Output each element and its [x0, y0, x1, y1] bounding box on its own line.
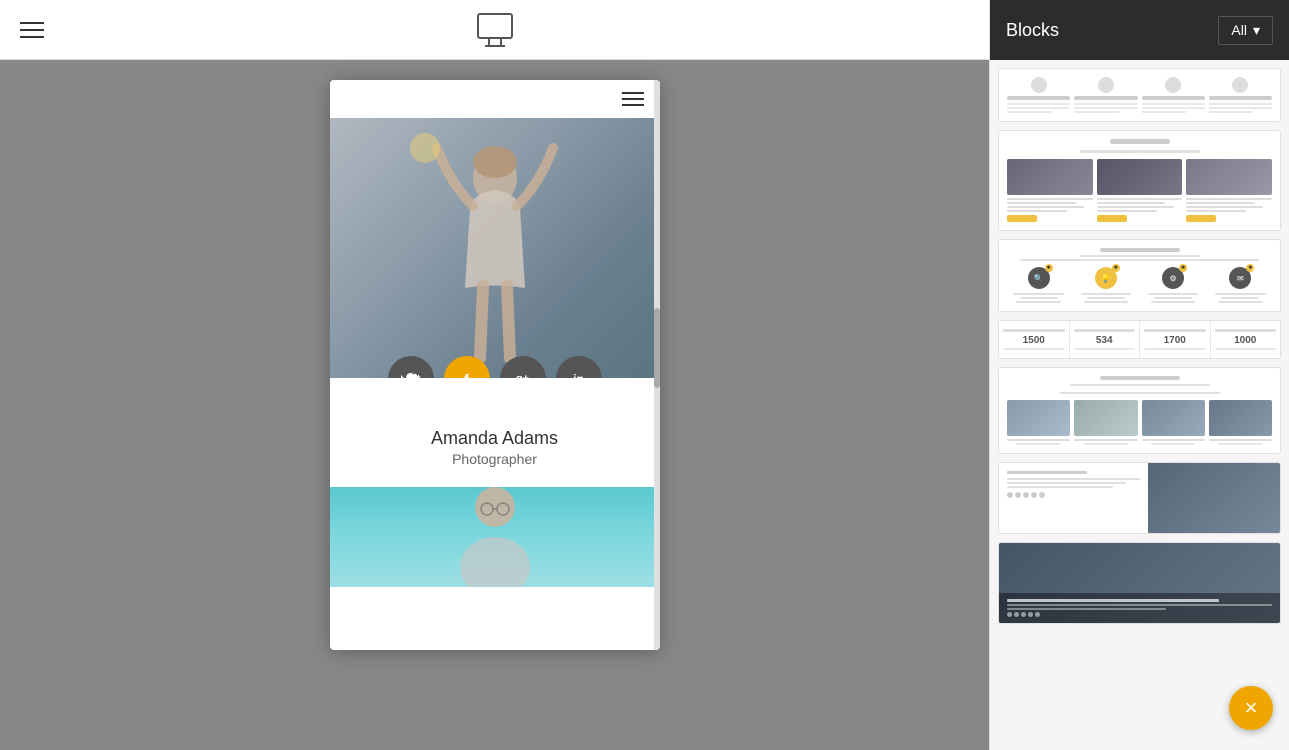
mobile-nav	[330, 80, 660, 118]
fab-button[interactable]: ×	[1229, 686, 1273, 730]
monitor-icon	[477, 13, 513, 47]
close-icon: ×	[1245, 697, 1258, 719]
block-step-4	[1209, 77, 1272, 113]
mobile-scrollbar[interactable]	[654, 80, 660, 650]
filter-label: All	[1231, 22, 1247, 38]
facebook-button[interactable]: f	[444, 356, 490, 378]
stat-projects: 1000	[1211, 321, 1281, 358]
google-plus-button[interactable]: g+	[500, 356, 546, 378]
block-item-blog[interactable]	[998, 130, 1281, 231]
mobile-hamburger-icon	[622, 92, 644, 106]
process-item-2: 💡 ✱	[1074, 267, 1137, 303]
preview-area: t f g+ in	[0, 60, 989, 750]
team-member-4	[1209, 400, 1272, 445]
chevron-down-icon: ▾	[1253, 22, 1260, 39]
profile-info: Amanda Adams Photographer	[330, 414, 660, 487]
block-step-3	[1142, 77, 1205, 113]
block-item-team[interactable]	[998, 367, 1281, 454]
profile-role: Photographer	[346, 451, 644, 467]
panel-header: Blocks All ▾	[990, 0, 1289, 60]
block-item-working-process[interactable]: 🔍 ✱ 💡 ✱	[998, 239, 1281, 312]
blog-card-1	[1007, 159, 1093, 222]
team-member-2	[1074, 400, 1137, 445]
mobile-preview-frame: t f g+ in	[330, 80, 660, 650]
block-item-stats[interactable]: 1500 534 1700 1000	[998, 320, 1281, 359]
blocks-list[interactable]: 🔍 ✱ 💡 ✱	[990, 60, 1289, 750]
block-step-2	[1074, 77, 1137, 113]
team-member-1	[1007, 400, 1070, 445]
profile-name: Amanda Adams	[346, 428, 644, 449]
header	[0, 0, 989, 60]
profile-image: t f g+ in	[330, 118, 660, 378]
profile-section: t f g+ in	[330, 118, 660, 487]
filter-dropdown[interactable]: All ▾	[1218, 16, 1273, 45]
right-panel: Blocks All ▾	[989, 0, 1289, 750]
about-text-col	[999, 463, 1148, 533]
about-image-col	[1148, 463, 1281, 533]
linkedin-button[interactable]: in	[556, 356, 602, 378]
stat-hours: 1700	[1140, 321, 1211, 358]
blog-card-3	[1186, 159, 1272, 222]
hamburger-menu[interactable]	[20, 22, 44, 38]
mobile-scrollbar-thumb	[654, 308, 660, 388]
block-step-1	[1007, 77, 1070, 113]
team-member-3	[1142, 400, 1205, 445]
block-item-about-split[interactable]	[998, 462, 1281, 534]
process-item-4: ✉ ✱	[1209, 267, 1272, 303]
blog-card-2	[1097, 159, 1183, 222]
panel-title: Blocks	[1006, 20, 1059, 41]
block-item-about-dark[interactable]	[998, 542, 1281, 624]
social-icons-row: t f g+ in	[330, 356, 660, 378]
person-silhouette	[395, 118, 595, 378]
stat-awards: 534	[1070, 321, 1141, 358]
stat-customers: 1500	[999, 321, 1070, 358]
process-item-3: ⚙ ✱	[1142, 267, 1205, 303]
second-card-preview	[330, 487, 660, 587]
process-item-1: 🔍 ✱	[1007, 267, 1070, 303]
block-item-steps[interactable]	[998, 68, 1281, 122]
twitter-button[interactable]: t	[388, 356, 434, 378]
